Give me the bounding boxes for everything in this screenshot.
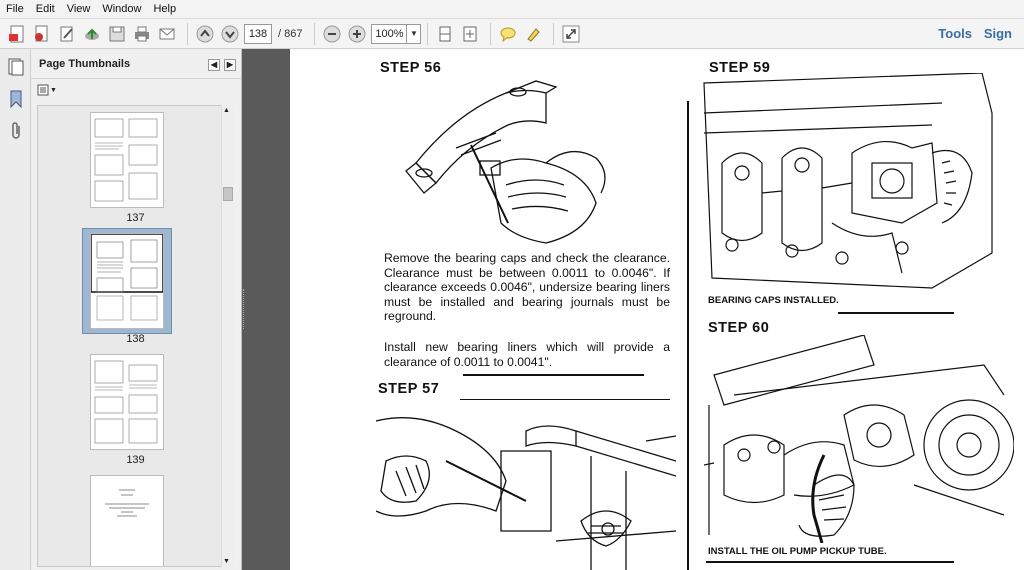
zoom-in-icon[interactable] [346, 23, 368, 45]
thumbnail-page-138[interactable] [90, 233, 164, 329]
page-number-input[interactable]: 138 [244, 23, 272, 44]
oil-pump-pickup-illustration [704, 335, 1014, 543]
page-total: / 867 [278, 27, 303, 40]
create-pdf-icon[interactable] [6, 23, 28, 45]
page-thumbnails-icon[interactable] [6, 57, 26, 77]
collapse-left-icon[interactable]: ◀ [208, 59, 220, 71]
engine-bearing-caps-illustration [703, 73, 993, 289]
step-56-paragraph-2: Install new bearing liners which will pr… [384, 340, 670, 369]
comment-icon[interactable] [497, 23, 519, 45]
toolbar-separator [314, 22, 316, 45]
chevron-down-icon[interactable]: ▼ [406, 24, 420, 43]
bearing-measurement-illustration [376, 417, 676, 570]
expand-right-icon[interactable]: ▶ [224, 59, 236, 71]
next-page-icon[interactable] [219, 23, 241, 45]
step-60-heading: STEP 60 [708, 320, 770, 336]
thumbnail-page-137[interactable] [90, 112, 164, 208]
divider-line [463, 374, 644, 376]
print-icon[interactable] [131, 23, 153, 45]
thumbnail-page-139[interactable] [90, 354, 164, 450]
previous-page-icon[interactable] [194, 23, 216, 45]
thumbnail-page-140[interactable] [90, 475, 164, 566]
expand-icon[interactable] [560, 23, 582, 45]
edit-icon[interactable] [56, 23, 78, 45]
thumbnail-label: 139 [126, 454, 145, 466]
fit-page-icon[interactable] [434, 23, 456, 45]
thumbnail-label: 137 [126, 212, 145, 224]
panel-header: Page Thumbnails ◀ ▶ [31, 49, 241, 79]
attachment-icon[interactable] [6, 121, 26, 141]
menu-file[interactable]: File [0, 3, 30, 15]
panel-title: Page Thumbnails [39, 57, 131, 70]
scroll-down-icon[interactable]: ▼ [223, 558, 230, 565]
menu-view[interactable]: View [61, 3, 97, 15]
divider-line [706, 561, 954, 563]
navigation-pane-rail [0, 49, 31, 570]
toolbar-separator [187, 22, 188, 45]
menu-window[interactable]: Window [96, 3, 147, 15]
zoom-out-icon[interactable] [321, 23, 343, 45]
email-icon[interactable] [156, 23, 178, 45]
bookmark-icon[interactable] [6, 89, 26, 109]
toolbar-separator [427, 22, 429, 45]
thumbnail-list: 137 138 139 [37, 105, 232, 567]
document-page: STEP 56 STEP 59 Remove the bearing caps … [290, 49, 1024, 570]
menu-help[interactable]: Help [147, 3, 182, 15]
column-divider [687, 101, 689, 570]
scroll-up-icon[interactable]: ▲ [223, 107, 230, 114]
open-icon[interactable] [31, 23, 53, 45]
menu-edit[interactable]: Edit [30, 3, 61, 15]
options-menu-icon[interactable]: ▼ [37, 83, 59, 97]
step-57-heading: STEP 57 [378, 381, 440, 397]
step-56-paragraph-1: Remove the bearing caps and check the cl… [384, 251, 670, 323]
fit-width-icon[interactable] [459, 23, 481, 45]
save-icon[interactable] [106, 23, 128, 45]
highlight-icon[interactable] [522, 23, 544, 45]
step-60-caption: INSTALL THE OIL PUMP PICKUP TUBE. [708, 546, 887, 557]
toolbar-separator [553, 22, 555, 45]
page-thumbnails-panel: Page Thumbnails ◀ ▶ ▼ 137 138 139 ▲ ▼ [31, 49, 242, 570]
menu-bar: File Edit View Window Help [0, 0, 1024, 19]
bearing-cap-illustration [405, 80, 606, 244]
splitter-grip[interactable] [243, 289, 245, 329]
thumbnail-label: 138 [126, 333, 145, 345]
step-59-caption: BEARING CAPS INSTALLED. [708, 295, 839, 306]
zoom-select[interactable]: 100% ▼ [371, 23, 422, 44]
zoom-value: 100% [375, 27, 404, 40]
toolbar-separator [490, 22, 492, 45]
thumbnail-options-row: ▼ [31, 79, 241, 101]
divider-line [838, 312, 954, 314]
scroll-thumb[interactable] [223, 187, 233, 201]
sign-link[interactable]: Sign [984, 26, 1012, 41]
divider-line [460, 399, 670, 400]
tools-link[interactable]: Tools [938, 26, 972, 41]
cloud-upload-icon[interactable] [81, 23, 103, 45]
thumbnail-scrollbar[interactable]: ▲ ▼ [221, 105, 233, 567]
panel-splitter[interactable] [242, 49, 290, 570]
toolbar: 138 / 867 100% ▼ [0, 19, 1024, 49]
